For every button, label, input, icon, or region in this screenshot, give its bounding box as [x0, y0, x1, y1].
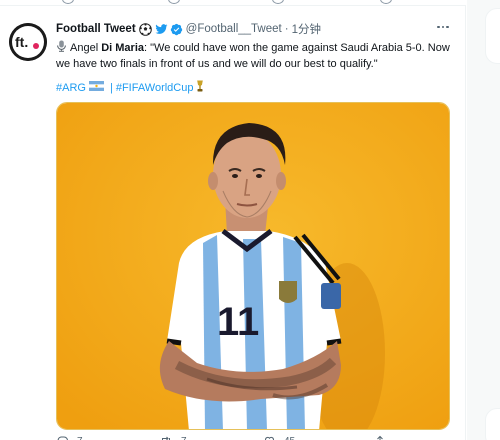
player-photo: 11 — [57, 103, 449, 429]
like-count: 45 — [284, 436, 295, 440]
share-icon — [377, 435, 383, 440]
previous-share-icon[interactable] — [380, 0, 392, 4]
tweet-header: Football Tweet @Football__Tweet · 1分钟 — [56, 20, 321, 38]
right-sidebar — [467, 0, 500, 440]
svg-text:11: 11 — [217, 300, 259, 344]
trophy-icon — [196, 80, 204, 96]
twitter-bird-icon — [155, 23, 168, 35]
retweet-icon — [162, 436, 170, 440]
reply-icon — [57, 436, 68, 440]
tweet-timestamp[interactable]: 1分钟 — [292, 21, 321, 37]
previous-like-icon[interactable] — [272, 0, 284, 4]
tweet-text-prefix: Angel — [70, 42, 102, 54]
retweet-count: 7 — [181, 436, 187, 440]
like-button[interactable]: 45 — [263, 434, 295, 440]
tweet[interactable]: ft. Football Tweet @Football__Tweet · 1分… — [0, 6, 466, 440]
reply-count: 7 — [77, 436, 83, 440]
author-handle[interactable]: @Football__Tweet — [186, 23, 282, 35]
previous-retweet-icon[interactable] — [168, 0, 180, 4]
retweet-button[interactable]: 7 — [159, 434, 187, 440]
avatar-logo-text: ft. — [15, 34, 28, 50]
previous-reply-icon[interactable] — [62, 0, 74, 4]
like-icon — [264, 436, 275, 440]
author-name[interactable]: Football Tweet — [56, 23, 136, 35]
verified-badge-icon — [170, 23, 183, 36]
hashtag-arg[interactable]: #ARG — [56, 81, 86, 95]
argentina-flag-icon — [88, 81, 104, 95]
reply-button[interactable]: 7 — [56, 434, 83, 440]
tweet-actions: 7 7 45 — [56, 434, 396, 440]
sidebar-card — [485, 408, 500, 440]
hashtags: #ARG | #FIFAWorldCup — [56, 80, 204, 96]
microphone-icon — [56, 40, 67, 57]
more-dot — [441, 25, 445, 29]
soccer-ball-icon — [138, 22, 152, 36]
share-button[interactable] — [374, 434, 386, 440]
tweet-text: Angel Di Maria: "We could have won the g… — [56, 40, 452, 71]
more-options-button[interactable] — [432, 18, 454, 36]
header-separator: · — [284, 23, 289, 35]
sidebar-card — [485, 8, 500, 64]
tweet-text-name: Di Maria — [101, 42, 144, 54]
hashtag-separator: | — [109, 82, 113, 94]
avatar[interactable]: ft. — [9, 23, 47, 61]
hashtag-fifaworldcup[interactable]: #FIFAWorldCup — [116, 81, 194, 95]
more-dot — [446, 25, 449, 29]
more-dot — [437, 25, 440, 29]
tweet-media-image[interactable]: 11 — [56, 102, 450, 430]
